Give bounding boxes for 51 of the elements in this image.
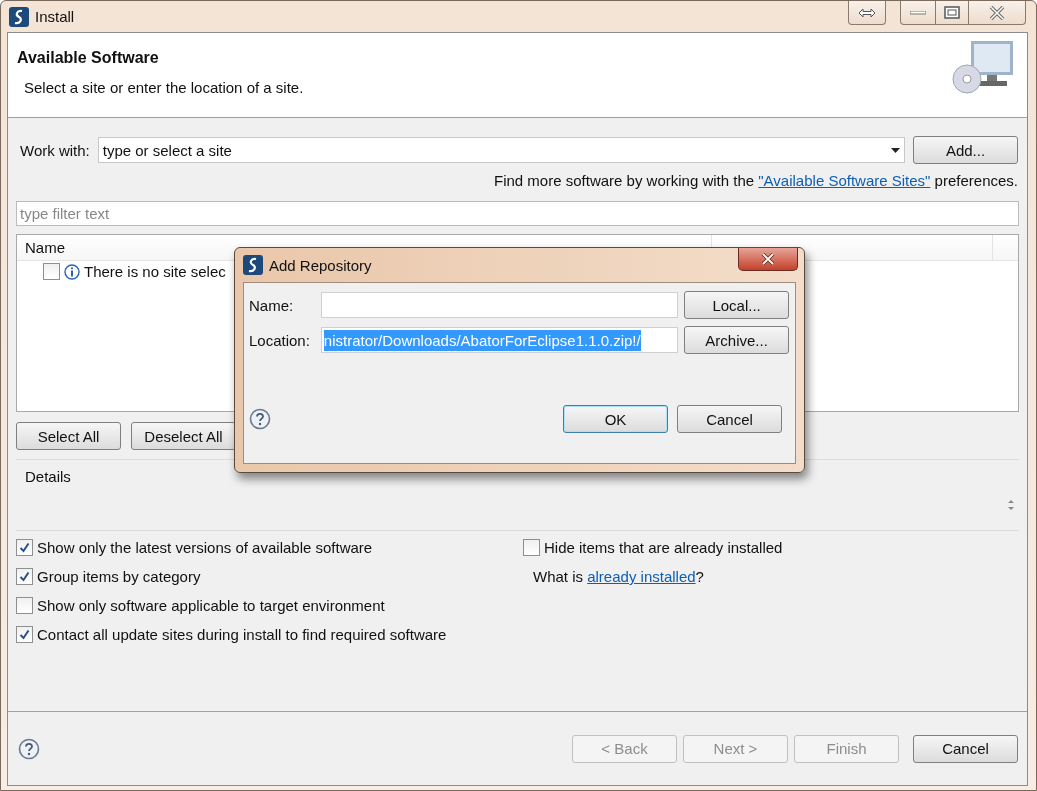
checkbox[interactable] <box>16 597 33 614</box>
maximize-icon <box>944 6 960 19</box>
wizard-button[interactable]: Cancel <box>913 734 1018 763</box>
filter-field[interactable]: type filter text <box>16 201 1019 226</box>
info-icon <box>64 263 80 280</box>
checkbox[interactable] <box>16 539 33 556</box>
swap-button[interactable] <box>848 1 886 25</box>
available-sites-link[interactable]: "Available Software Sites" <box>758 172 931 189</box>
double-arrow-icon <box>858 7 876 18</box>
help-icon[interactable] <box>249 408 271 430</box>
option-label[interactable]: Contact all update sites during install to find required software <box>37 626 447 643</box>
close-button[interactable] <box>738 248 798 271</box>
selection-button[interactable]: Deselect All <box>131 422 236 450</box>
dialog-title: Add Repository <box>269 256 372 274</box>
checkbox[interactable] <box>523 539 540 556</box>
browse-button[interactable]: Archive... <box>684 326 789 354</box>
page-description: Select a site or enter the location of a site. <box>24 79 304 96</box>
close-icon <box>761 253 775 265</box>
help-icon[interactable] <box>18 737 40 760</box>
minimize-button[interactable] <box>900 1 936 25</box>
option-label[interactable]: Group items by category <box>37 568 201 585</box>
minimize-icon <box>910 10 926 15</box>
field-label: Name: <box>249 296 295 314</box>
installed-question: What is already installed? <box>533 568 705 585</box>
input-field[interactable] <box>320 292 679 318</box>
checkbox[interactable] <box>16 626 33 643</box>
dialog-button[interactable]: Cancel <box>677 405 782 433</box>
add-button[interactable]: Add... <box>913 136 1018 164</box>
option-label[interactable]: Show only the latest versions of available software <box>37 539 373 556</box>
scroll-arrows-icon[interactable] <box>1007 498 1015 512</box>
close-button[interactable] <box>969 1 1026 25</box>
selection-button[interactable]: Select All <box>16 422 121 450</box>
checkbox[interactable] <box>43 263 60 280</box>
dialog-button[interactable]: OK <box>563 405 668 433</box>
close-icon <box>989 5 1005 20</box>
work-with-label: Work with: <box>20 141 90 159</box>
page-title: Available Software <box>17 49 160 67</box>
sites-hint: Find more software by working with the "Available Software Sites" preferences. <box>493 172 1018 189</box>
app-logo-icon <box>9 6 29 27</box>
window-title: Install <box>35 8 75 25</box>
app-logo-icon <box>243 255 263 275</box>
option-label[interactable]: Show only software applicable to target environment <box>37 597 385 614</box>
details-label: Details <box>25 468 71 487</box>
already-installed-link[interactable]: already installed <box>587 568 696 585</box>
site-combo-box[interactable]: type or select a site <box>97 137 905 163</box>
field-label: Location: <box>249 331 311 349</box>
table-cell: There is no site selec <box>84 263 226 280</box>
checkbox[interactable] <box>16 568 33 585</box>
browse-button[interactable]: Local... <box>684 291 789 319</box>
option-label[interactable]: Hide items that are already installed <box>544 539 783 556</box>
maximize-button[interactable] <box>936 1 969 25</box>
